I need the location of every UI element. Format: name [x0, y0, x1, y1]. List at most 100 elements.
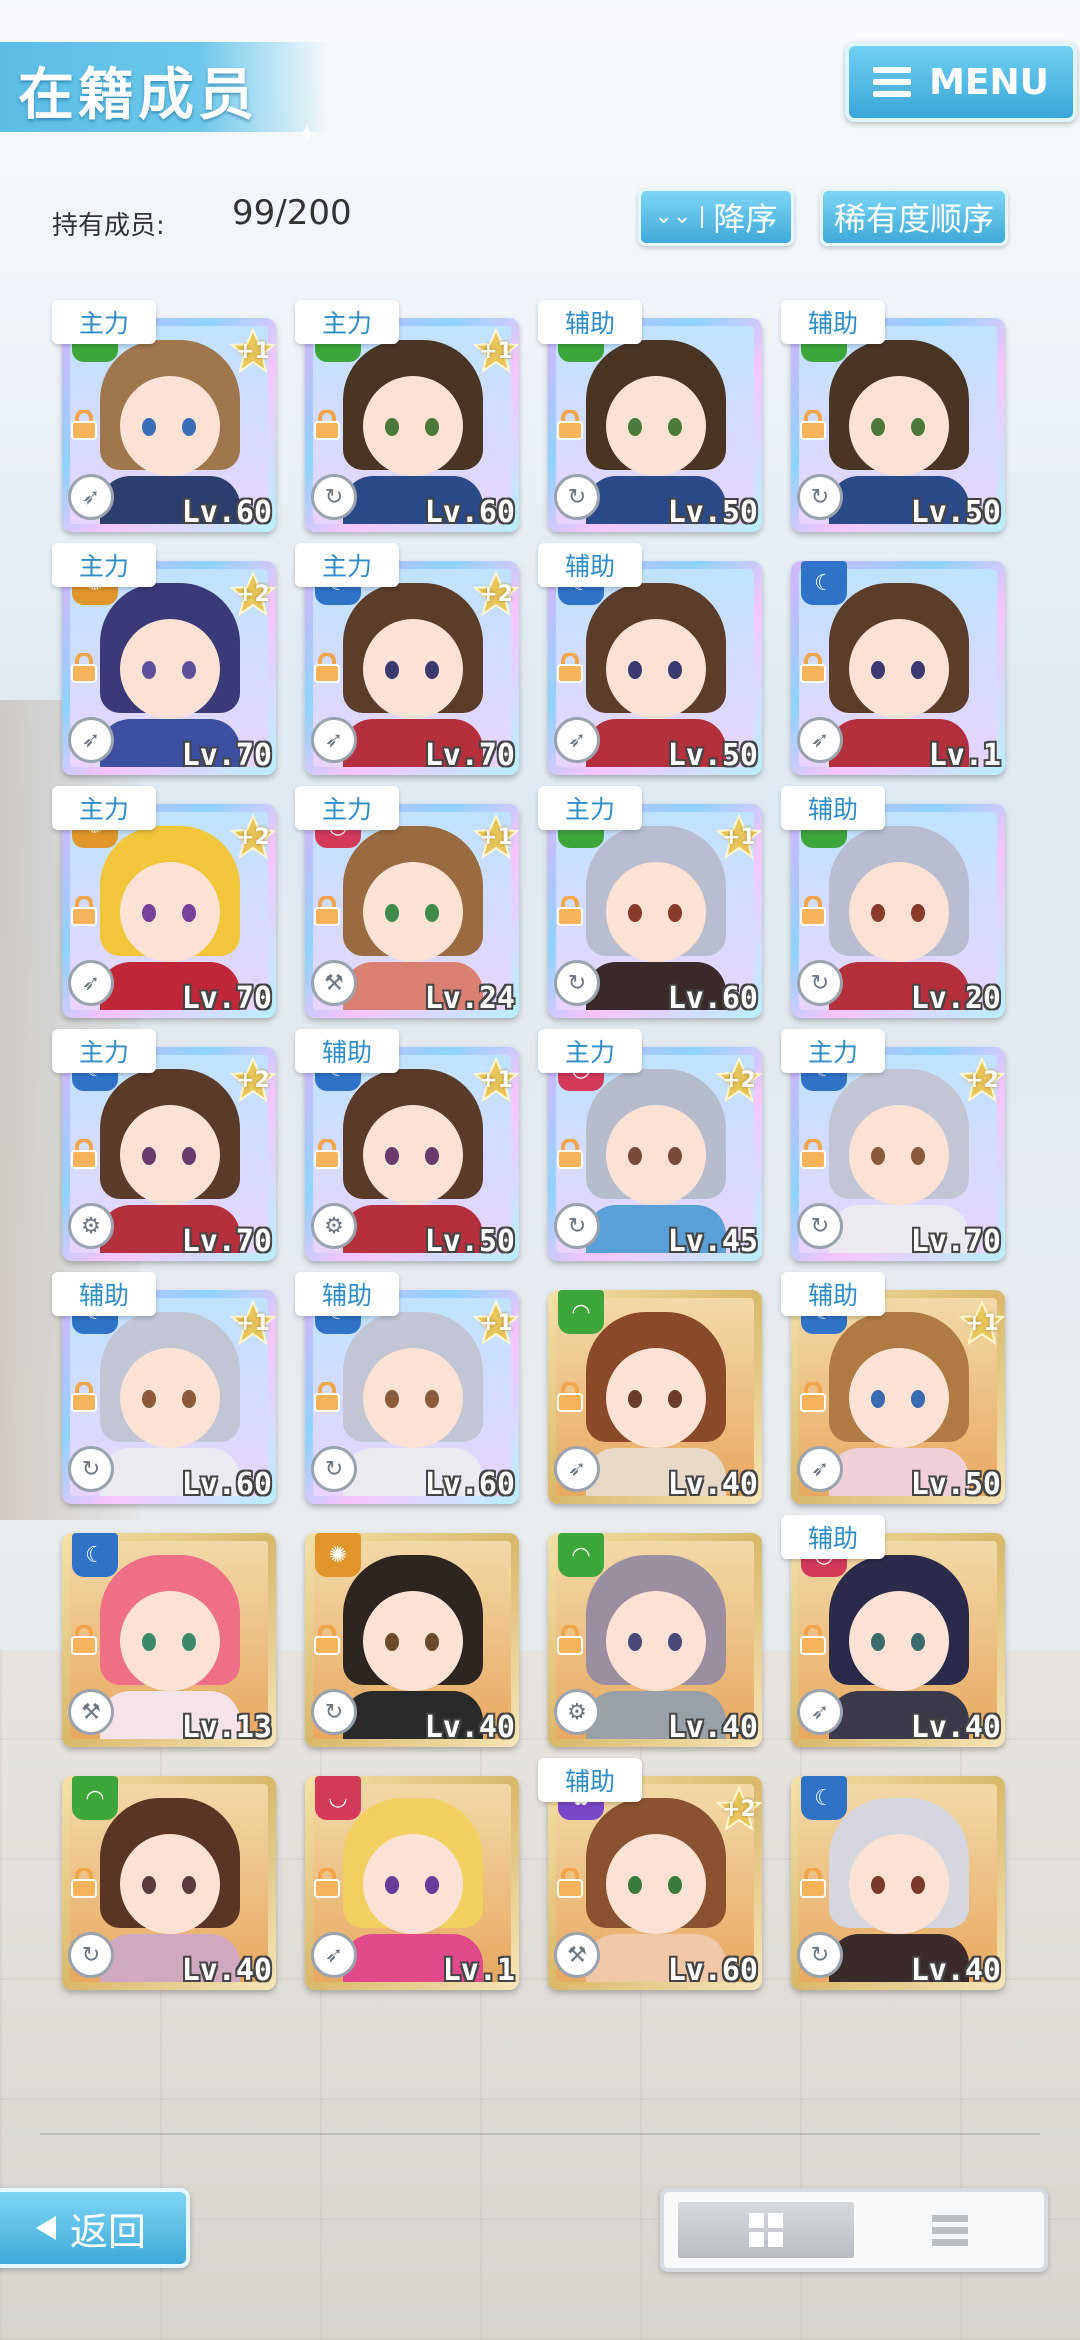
star-plus-badge: +1 — [716, 814, 762, 860]
plus-label: +2 — [965, 1067, 999, 1093]
lock-icon — [70, 1381, 98, 1412]
sort-order-button[interactable]: ⌄⌄ 降序 — [638, 188, 794, 246]
member-card[interactable]: ◠辅助↻Lv.20 — [781, 786, 1005, 1018]
star-plus-badge: +1 — [230, 328, 276, 374]
grid-view-button[interactable] — [676, 2200, 856, 2260]
rocket-icon: ➶ — [311, 717, 357, 763]
sort-rarity-button[interactable]: 稀有度顺序 — [820, 188, 1008, 246]
lock-icon — [556, 895, 584, 926]
lock-icon — [313, 1867, 341, 1898]
role-tag: 主力 — [295, 786, 399, 830]
member-card[interactable]: ✺主力+2➶Lv.70 — [52, 543, 276, 775]
member-card[interactable]: ◠ ↻ Lv.40 — [62, 1776, 276, 1990]
plus-label: +2 — [722, 1067, 756, 1093]
role-tag: 主力 — [52, 300, 156, 344]
member-card[interactable]: ◡ ➶ Lv.1 — [305, 1776, 519, 1990]
member-card[interactable]: ◠主力+1↻Lv.60 — [295, 300, 519, 532]
sort-rarity-label: 稀有度顺序 — [833, 200, 994, 238]
level-label: Lv.40 — [181, 1953, 272, 1988]
star-plus-badge: +1 — [230, 1300, 276, 1346]
swirl-icon: ↻ — [797, 1203, 843, 1249]
member-card[interactable]: ☾ ↻ Lv.40 — [791, 1776, 1005, 1990]
member-card[interactable]: ☾主力+2⚙Lv.70 — [52, 1029, 276, 1261]
swirl-icon: ↻ — [554, 960, 600, 1006]
member-card[interactable]: ◠ ➶ Lv.40 — [548, 1290, 762, 1504]
back-button[interactable]: 返回 — [0, 2188, 190, 2268]
gear-icon: ⚙ — [554, 1689, 600, 1735]
attribute-blue-icon: ☾ — [72, 1533, 118, 1577]
hamburger-icon — [873, 67, 912, 97]
star-plus-badge: +2 — [230, 1057, 276, 1103]
swirl-icon: ↻ — [68, 1446, 114, 1492]
swirl-icon: ↻ — [311, 474, 357, 520]
role-tag: 辅助 — [781, 1272, 885, 1316]
plus-label: +1 — [479, 824, 513, 850]
member-card[interactable]: ☾辅助➶Lv.50 — [538, 543, 762, 775]
member-card[interactable]: ◠辅助↻Lv.50 — [781, 300, 1005, 532]
lock-icon — [70, 1624, 98, 1655]
role-tag: 主力 — [52, 786, 156, 830]
list-icon — [932, 2215, 968, 2246]
rocket-icon: ➶ — [797, 717, 843, 763]
view-toggle — [660, 2188, 1048, 2272]
member-card[interactable]: ✿辅助+2⚒Lv.60 — [538, 1758, 762, 1990]
member-card[interactable]: ☾ ⚒ Lv.13 — [62, 1533, 276, 1747]
menu-label: MENU — [929, 61, 1049, 103]
rocket-icon: ➶ — [311, 1932, 357, 1978]
plus-label: +1 — [236, 1310, 270, 1336]
sort-order-label: 降序 — [713, 200, 778, 238]
level-label: Lv.60 — [424, 1467, 515, 1502]
plus-label: +1 — [479, 1310, 513, 1336]
role-tag: 辅助 — [295, 1272, 399, 1316]
plus-label: +2 — [236, 1067, 270, 1093]
level-label: Lv.70 — [181, 738, 272, 773]
rocket-icon: ➶ — [554, 717, 600, 763]
level-label: Lv.50 — [667, 495, 758, 530]
role-tag: 主力 — [781, 1029, 885, 1073]
rocket-icon: ➶ — [68, 717, 114, 763]
menu-button[interactable]: MENU — [845, 42, 1077, 122]
lock-icon — [556, 1138, 584, 1169]
plus-label: +2 — [479, 581, 513, 607]
level-label: Lv.70 — [181, 981, 272, 1016]
level-label: Lv.60 — [181, 1467, 272, 1502]
member-card[interactable]: ☾主力+2➶Lv.70 — [295, 543, 519, 775]
member-card[interactable]: ◡辅助➶Lv.40 — [781, 1515, 1005, 1747]
role-tag: 主力 — [52, 1029, 156, 1073]
level-label: Lv.40 — [667, 1710, 758, 1745]
member-card[interactable]: ✺ ↻ Lv.40 — [305, 1533, 519, 1747]
member-card[interactable]: ◠辅助↻Lv.50 — [538, 300, 762, 532]
member-card[interactable]: ☾辅助+1⚙Lv.50 — [295, 1029, 519, 1261]
list-view-button[interactable] — [856, 2212, 1044, 2248]
role-tag: 主力 — [295, 300, 399, 344]
level-label: Lv.24 — [424, 981, 515, 1016]
member-card[interactable]: ☾辅助+1↻Lv.60 — [295, 1272, 519, 1504]
hammer-icon: ⚒ — [554, 1932, 600, 1978]
lock-icon — [70, 1138, 98, 1169]
member-card[interactable]: ◠主力+1➶Lv.60 — [52, 300, 276, 532]
star-plus-badge: +2 — [716, 1786, 762, 1832]
member-card[interactable]: ☾辅助+1↻Lv.60 — [52, 1272, 276, 1504]
attribute-green-icon: ◠ — [558, 1533, 604, 1577]
member-card[interactable]: ◠主力+1↻Lv.60 — [538, 786, 762, 1018]
lock-icon — [799, 895, 827, 926]
member-card[interactable]: ◡主力+2↻Lv.45 — [538, 1029, 762, 1261]
star-plus-badge: +1 — [473, 328, 519, 374]
member-card[interactable]: ☾ ➶ Lv.1 — [791, 561, 1005, 775]
level-label: Lv.70 — [424, 738, 515, 773]
level-label: Lv.50 — [910, 1467, 1001, 1502]
gear-icon: ⚙ — [311, 1203, 357, 1249]
member-card[interactable]: ◠ ⚙ Lv.40 — [548, 1533, 762, 1747]
attribute-green-icon: ◠ — [72, 1776, 118, 1820]
star-plus-badge: +1 — [473, 1300, 519, 1346]
lock-icon — [799, 1624, 827, 1655]
member-card[interactable]: ☾主力+2↻Lv.70 — [781, 1029, 1005, 1261]
plus-label: +1 — [479, 1067, 513, 1093]
attribute-orange-icon: ✺ — [315, 1533, 361, 1577]
role-tag: 辅助 — [295, 1029, 399, 1073]
double-chevron-down-icon: ⌄⌄ — [655, 206, 704, 228]
member-card[interactable]: ✺主力+2➶Lv.70 — [52, 786, 276, 1018]
member-card[interactable]: ☾辅助+1➶Lv.50 — [781, 1272, 1005, 1504]
member-card[interactable]: ◡主力+1⚒Lv.24 — [295, 786, 519, 1018]
swirl-icon: ↻ — [68, 1932, 114, 1978]
